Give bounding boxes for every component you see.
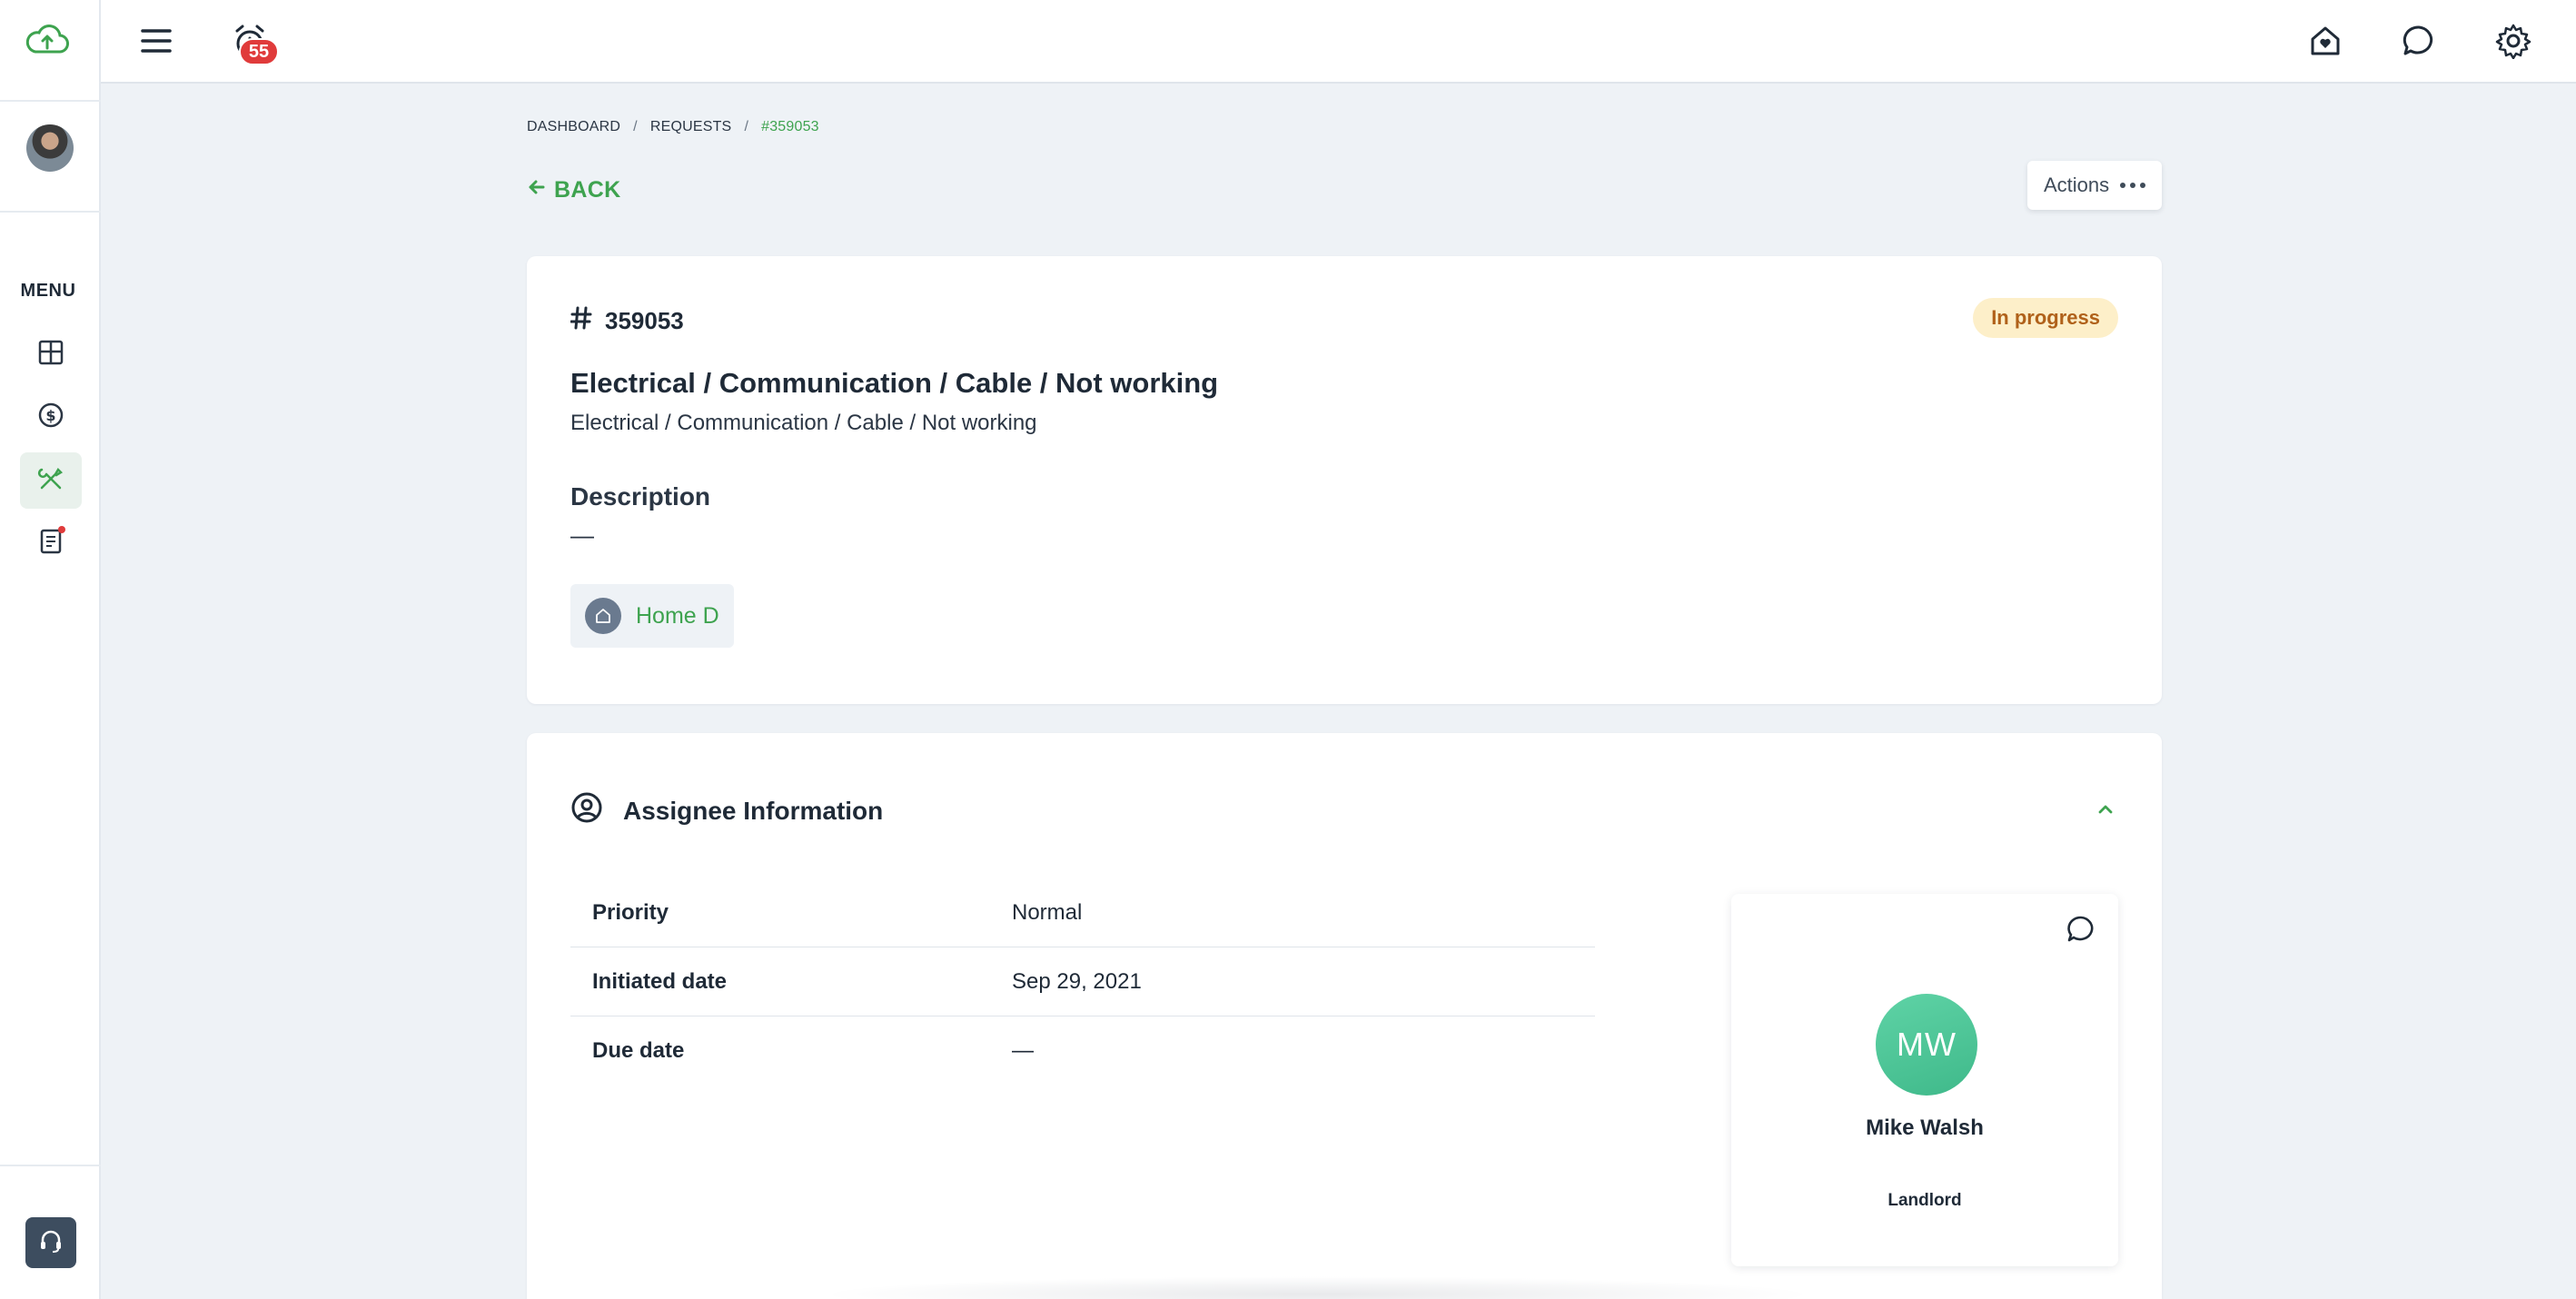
request-title: Electrical / Communication / Cable / Not… <box>570 367 1219 399</box>
sidebar-divider <box>0 1165 101 1166</box>
property-name: Home D <box>636 602 719 629</box>
breadcrumb-requests[interactable]: REQUESTS <box>650 119 732 135</box>
chat-icon[interactable] <box>2399 21 2439 61</box>
hamburger-menu-icon[interactable] <box>140 25 173 56</box>
assignee-person-card: MW Mike Walsh Landlord <box>1731 894 2118 1266</box>
property-chip[interactable]: Home D <box>570 584 734 648</box>
row-label: Priority <box>592 899 669 925</box>
sidebar-item-documents[interactable] <box>20 515 82 571</box>
row-value: Sep 29, 2021 <box>1012 968 1142 994</box>
status-badge: In progress <box>1973 298 2118 338</box>
sidebar: MENU $ <box>0 0 101 1299</box>
chevron-up-icon[interactable] <box>2093 797 2118 822</box>
menu-label: MENU <box>20 281 76 301</box>
home-icon <box>585 598 621 634</box>
top-bar: 55 <box>101 0 2576 84</box>
row-label: Due date <box>592 1038 685 1063</box>
headset-icon <box>37 1227 64 1259</box>
request-card: 359053 In progress Electrical / Communic… <box>527 256 2162 704</box>
support-button[interactable] <box>25 1217 76 1268</box>
row-value: — <box>1012 1038 1034 1063</box>
assignee-section-header[interactable]: Assignee Information <box>570 791 883 830</box>
dashboard-grid-icon <box>37 339 64 371</box>
home-heart-icon[interactable] <box>2305 21 2345 61</box>
breadcrumb-separator: / <box>744 119 749 134</box>
table-row: Initiated date Sep 29, 2021 <box>570 947 1595 1016</box>
gear-icon[interactable] <box>2493 21 2533 61</box>
sidebar-item-dashboard[interactable] <box>20 326 82 382</box>
request-id-value: 359053 <box>605 307 684 334</box>
description-value: — <box>570 521 594 549</box>
description-label: Description <box>570 482 711 511</box>
svg-text:$: $ <box>45 407 55 424</box>
alarm-count-badge: 55 <box>239 38 279 65</box>
request-category: Electrical / Communication / Cable / Not… <box>570 411 1037 435</box>
back-link[interactable]: BACK <box>527 177 620 203</box>
tools-icon <box>37 465 64 497</box>
request-id: 359053 <box>570 306 684 336</box>
assignee-info-table: Priority Normal Initiated date Sep 29, 2… <box>570 878 1595 1086</box>
actions-label: Actions <box>2044 174 2110 196</box>
notification-dot <box>58 526 65 533</box>
breadcrumb: DASHBOARD / REQUESTS / #359053 <box>527 119 819 135</box>
table-row: Due date — <box>570 1016 1595 1086</box>
assignee-role: Landlord <box>1887 1191 1962 1210</box>
sidebar-divider <box>0 100 101 102</box>
back-label: BACK <box>554 177 621 203</box>
breadcrumb-separator: / <box>633 119 638 134</box>
hash-icon <box>570 306 592 336</box>
breadcrumb-current: #359053 <box>761 119 819 134</box>
cloud-logo-icon[interactable] <box>25 23 70 59</box>
assignee-name: Mike Walsh <box>1866 1116 1984 1140</box>
assignee-card: Assignee Information Priority Normal Ini… <box>527 733 2162 1299</box>
assignee-section-title: Assignee Information <box>623 796 884 825</box>
sidebar-item-payments[interactable]: $ <box>20 389 82 445</box>
breadcrumb-dashboard[interactable]: DASHBOARD <box>527 119 620 135</box>
row-label: Initiated date <box>592 968 728 994</box>
assignee-avatar: MW <box>1876 994 1977 1096</box>
row-value: Normal <box>1012 899 1083 925</box>
arrow-left-icon <box>527 177 547 203</box>
actions-button[interactable]: Actions <box>2027 161 2162 210</box>
user-avatar[interactable] <box>26 124 74 172</box>
more-dots-icon <box>2120 183 2145 188</box>
dollar-icon: $ <box>37 402 64 433</box>
user-circle-icon <box>570 791 603 830</box>
sidebar-divider <box>0 211 101 213</box>
sidebar-item-maintenance[interactable] <box>20 452 82 509</box>
table-row: Priority Normal <box>570 878 1595 947</box>
chat-icon[interactable] <box>2066 914 2096 945</box>
